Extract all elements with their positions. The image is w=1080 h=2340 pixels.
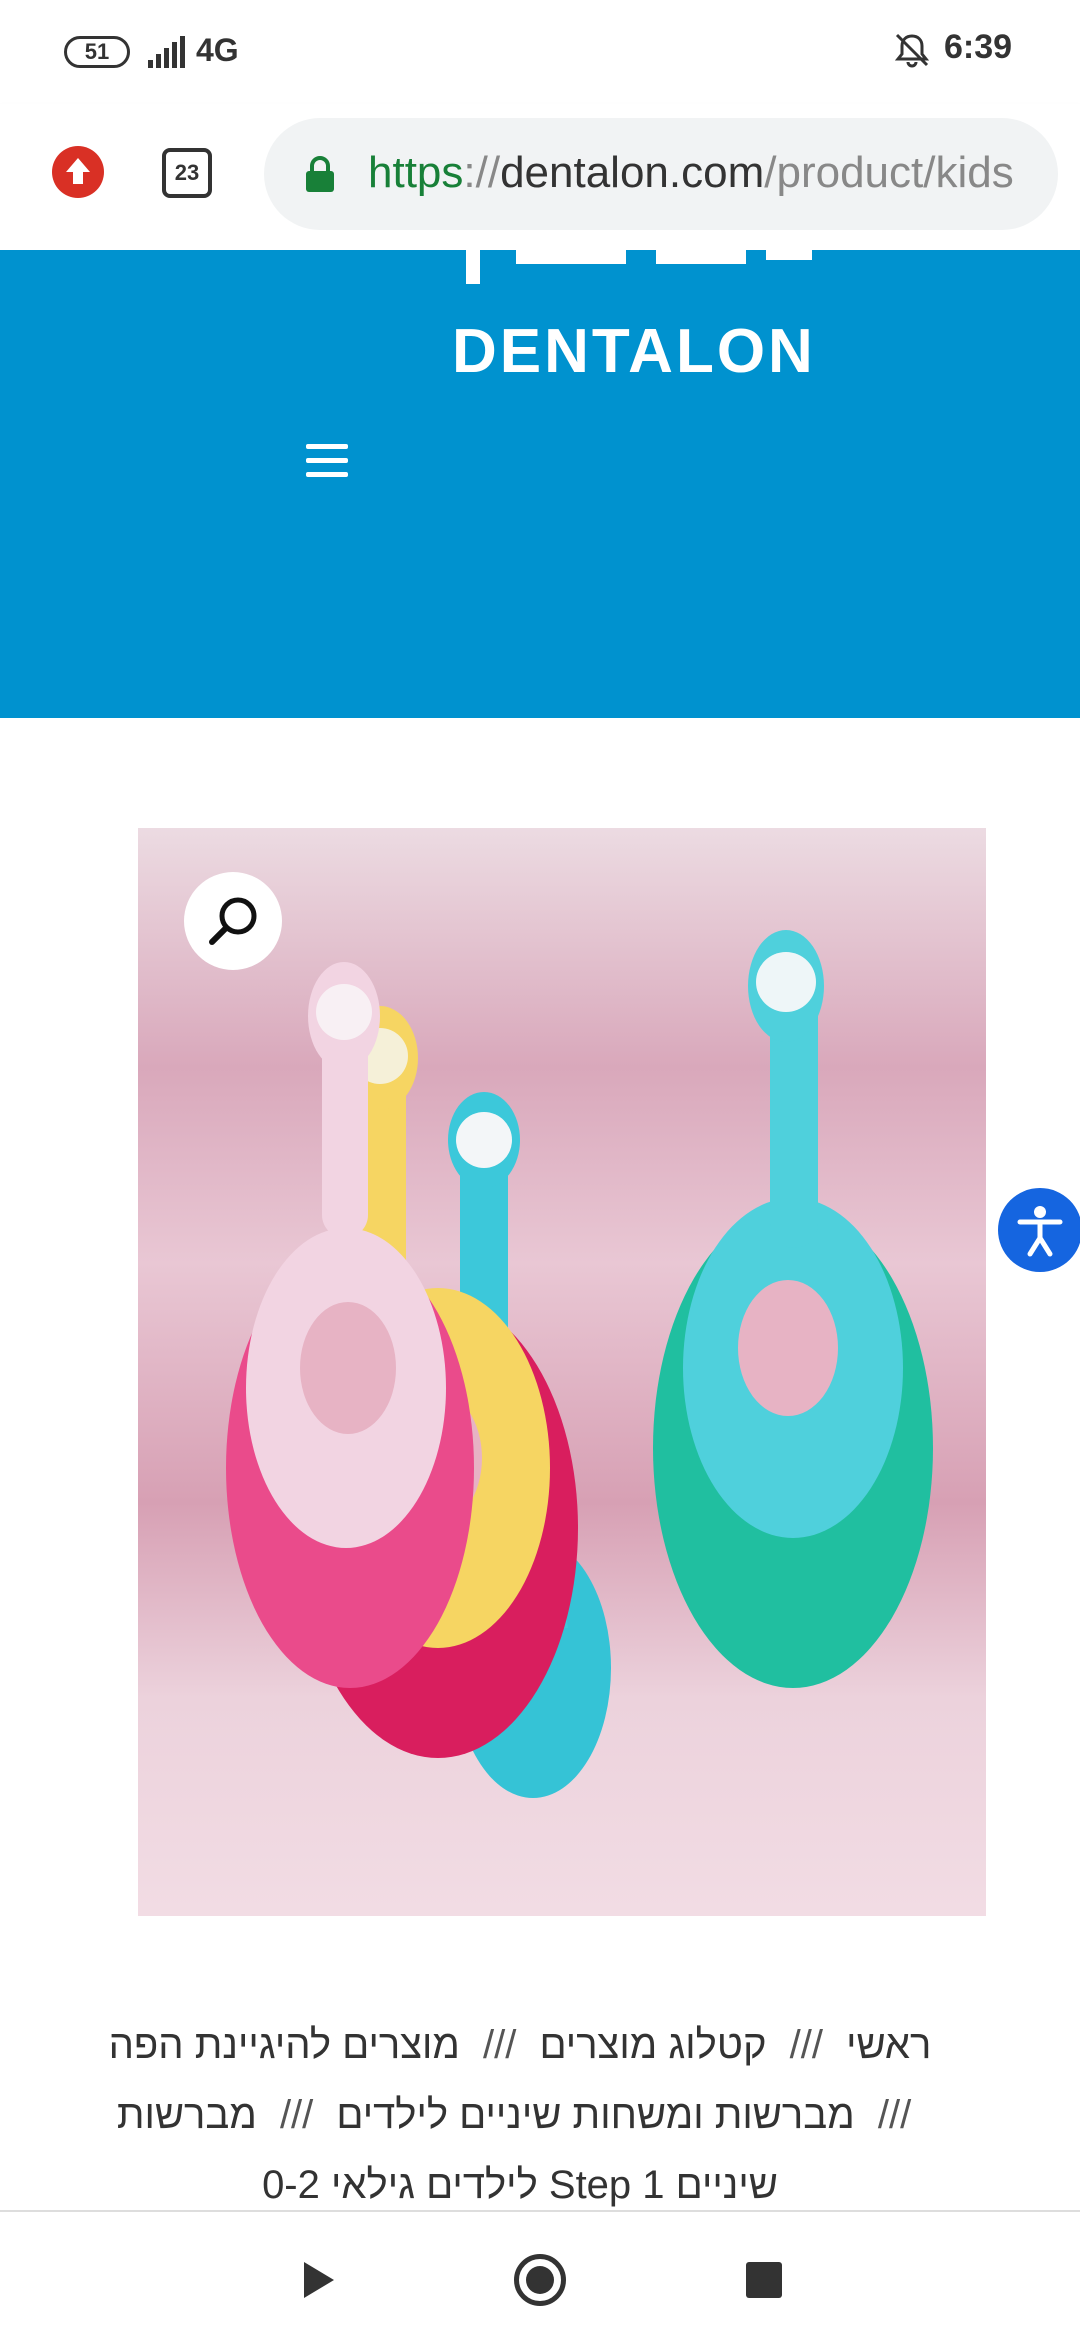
status-bar: 51 4G 6:39 [0,0,1080,104]
upload-button[interactable] [52,146,104,198]
battery-icon: 51 [64,36,130,68]
menu-icon[interactable] [306,444,348,478]
breadcrumb-home[interactable]: ראשי [846,2023,931,2067]
home-icon[interactable] [514,2254,566,2306]
accessibility-icon [1017,1206,1063,1257]
breadcrumb-kids-brushes[interactable]: מברשות ומשחות שיניים לילדים [336,2093,854,2137]
site-header: DENTALON [0,250,1080,718]
address-bar[interactable]: https://dentalon.com/product/kids [264,118,1058,230]
bell-muted-icon [894,33,930,68]
lock-icon [306,156,334,192]
breadcrumb-catalog[interactable]: קטלוג מוצרים [539,2023,766,2067]
url-separator: :// [463,148,501,197]
browser-toolbar: 23 https://dentalon.com/product/kids [0,104,1080,250]
zoom-button[interactable] [184,872,282,970]
back-icon[interactable] [300,2260,338,2300]
tabs-button[interactable]: 23 [162,148,212,198]
accessibility-button[interactable] [998,1188,1080,1272]
url-path: /product/kids [764,148,1014,197]
toothbrushes-illustration [226,930,933,1798]
logo[interactable]: DENTALON [452,316,816,387]
signal-icon [148,36,185,68]
recents-icon[interactable] [746,2262,782,2298]
logo-graphic [466,250,812,284]
clock: 6:39 [944,28,1013,66]
system-nav-bar [0,2210,1080,2340]
url-host: dentalon.com [500,148,765,197]
search-icon [209,897,257,945]
upload-icon [66,158,90,184]
url-text: https://dentalon.com/product/kids [368,148,1014,198]
breadcrumb-oral-hygiene[interactable]: מוצרים להיגיינת הפה [109,2023,460,2067]
product-image [138,828,986,1916]
url-scheme: https [368,148,464,197]
breadcrumb-separator: /// [483,2023,517,2067]
breadcrumb: ראשי /// קטלוג מוצרים /// מוצרים להיגיינ… [100,2010,940,2210]
breadcrumb-separator: /// [279,2093,314,2137]
network-type: 4G [196,32,239,68]
breadcrumb-separator: /// [877,2093,912,2137]
breadcrumb-separator: /// [789,2023,824,2067]
